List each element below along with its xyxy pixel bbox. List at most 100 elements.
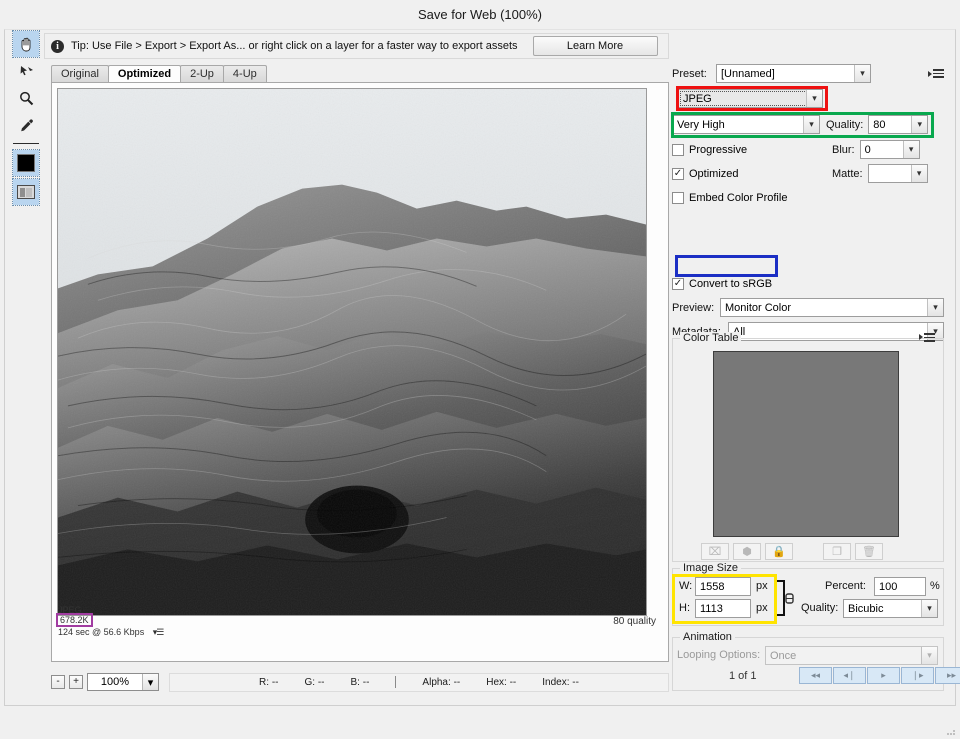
constrain-proportions-chain-icon[interactable] [773,577,795,619]
readout-hex: Hex: -- [486,676,517,688]
preview-status-bar: - + 100% ▾ R: -- G: -- B: -- Alpha: -- H… [51,671,669,693]
optimized-image-preview[interactable] [57,88,647,616]
looping-options-label: Looping Options: [677,649,761,661]
percent-input[interactable]: 100 [874,577,926,596]
window-title: Save for Web (100%) [417,7,543,22]
readout-b: B: -- [350,676,370,688]
optimized-row: ✓ Optimized Matte: ▾ [672,163,944,184]
tab-2up[interactable]: 2-Up [180,65,224,82]
optimized-checkbox[interactable]: ✓ Optimized [672,164,832,183]
preview-flyout-menu-icon[interactable]: ▾☰ [153,627,165,637]
hand-tool[interactable] [12,30,40,58]
checkbox-box: ✓ [672,277,684,290]
preview-download-time: 124 sec @ 56.6 Kbps [58,627,145,637]
preview-file-size: 678.2K [56,613,93,627]
map-to-web-palette-button[interactable]: ⬢ [733,543,761,560]
new-color-button[interactable]: ❐ [823,543,851,560]
image-size-title: Image Size [680,562,742,574]
foreground-color-swatch[interactable] [12,149,40,177]
last-frame-button[interactable]: ▸▸ [935,667,960,684]
zoom-out-button[interactable]: - [51,675,65,689]
matte-label: Matte: [832,167,863,180]
blur-label: Blur: [832,143,855,156]
percent-value: 100 [879,580,898,593]
chevron-down-icon: ▾ [921,600,937,617]
view-tabs: Original Optimized 2-Up 4-Up [51,65,267,82]
file-format-select[interactable]: JPEG ▾ [678,89,823,108]
resize-grip-icon[interactable] [946,726,956,736]
preset-select[interactable]: [Unnamed] ▾ [716,64,871,83]
convert-srgb-row: ✓ Convert to sRGB [672,273,944,294]
chevron-down-icon: ▾ [911,116,928,133]
resample-quality-select[interactable]: Bicubic ▾ [843,599,938,618]
color-table-panel-menu-icon[interactable] [919,333,935,342]
map-to-transparent-button[interactable]: ⌧ [701,543,729,560]
width-input[interactable]: 1558 [695,577,751,596]
looping-options-select: Once ▾ [765,646,938,665]
tab-original[interactable]: Original [51,65,109,82]
zoom-level-select[interactable]: 100% ▾ [87,673,159,691]
eyedropper-icon [20,118,33,131]
toggle-slice-visibility-button[interactable] [12,178,40,206]
preview-panel: 80 quality JPEG 678.2K 124 sec @ 56.6 Kb… [51,82,669,662]
quality-preset-select[interactable]: Very High ▾ [672,115,820,134]
percent-label: Percent: [825,580,866,592]
slice-select-tool[interactable] [13,58,39,84]
chevron-down-icon: ▾ [806,90,822,107]
zoom-in-button[interactable]: + [69,675,83,689]
blur-field[interactable]: 0 ▾ [859,140,920,159]
readout-alpha: Alpha: -- [422,676,461,688]
optimized-label: Optimized [689,167,739,180]
color-table-buttons: ⌧ ⬢ 🔒 ❐ 🗑 [701,543,916,560]
progressive-checkbox[interactable]: Progressive [672,140,832,159]
play-button[interactable]: ▸ [867,667,900,684]
preview-mode-value: Monitor Color [725,301,792,314]
previous-frame-button[interactable]: ◂❘ [833,667,866,684]
color-readouts: R: -- G: -- B: -- Alpha: -- Hex: -- Inde… [169,672,669,692]
width-value: 1558 [700,580,725,593]
readout-index: Index: -- [542,676,579,688]
tab-4up[interactable]: 4-Up [222,65,267,82]
convert-to-srgb-checkbox[interactable]: ✓ Convert to sRGB [672,274,772,293]
delete-color-button[interactable]: 🗑 [855,543,883,560]
preview-mode-select[interactable]: Monitor Color ▾ [720,298,944,317]
animation-panel: Animation Looping Options: Once ▾ 1 of 1… [672,631,960,691]
resample-quality-value: Bicubic [848,602,884,615]
learn-more-button[interactable]: Learn More [532,36,658,56]
format-row: JPEG ▾ [672,87,944,110]
checkbox-box [672,191,684,204]
color-table-panel: Color Table ⌧ ⬢ 🔒 ❐ 🗑 [672,332,944,562]
lock-color-button[interactable]: 🔒 [765,543,793,560]
first-frame-button[interactable]: ◂◂ [799,667,832,684]
width-unit: px [756,580,768,592]
height-value: 1113 [700,602,723,615]
chevron-down-icon: ▾ [921,647,937,664]
settings-spacer [672,211,944,273]
progressive-row: Progressive Blur: 0 ▾ [672,139,944,160]
eyedropper-tool[interactable] [13,112,39,138]
quality-value-field[interactable]: 80 ▾ [868,115,929,134]
tab-optimized[interactable]: Optimized [107,65,182,82]
hand-icon [21,37,30,51]
frame-counter: 1 of 1 [729,670,757,682]
optimization-info: JPEG 678.2K 124 sec @ 56.6 Kbps ▾☰ [56,605,658,637]
color-table-title: Color Table [680,332,742,344]
color-table-swatches[interactable] [713,351,899,537]
preview-mode-label: Preview: [672,301,715,314]
dialog-footer: Preview... ? ▾ Save... Cancel Done [0,698,960,739]
zoom-tool[interactable] [13,85,39,111]
quality-preset-value: Very High [677,118,725,131]
resample-quality-label: Quality: [801,602,839,614]
width-label: W: [679,580,693,592]
next-frame-button[interactable]: ❘▸ [901,667,934,684]
slice-select-icon [20,65,33,75]
toolbar-divider [13,143,39,144]
chevron-down-icon: ▾ [854,65,870,82]
height-input[interactable]: 1113 [695,599,751,618]
blur-value: 0 [864,143,871,156]
embed-color-profile-checkbox[interactable]: Embed Color Profile [672,188,787,207]
info-icon: i [51,39,64,53]
checkbox-box: ✓ [672,167,684,180]
matte-field[interactable]: ▾ [867,164,928,183]
settings-panel-menu-icon[interactable] [928,69,944,78]
